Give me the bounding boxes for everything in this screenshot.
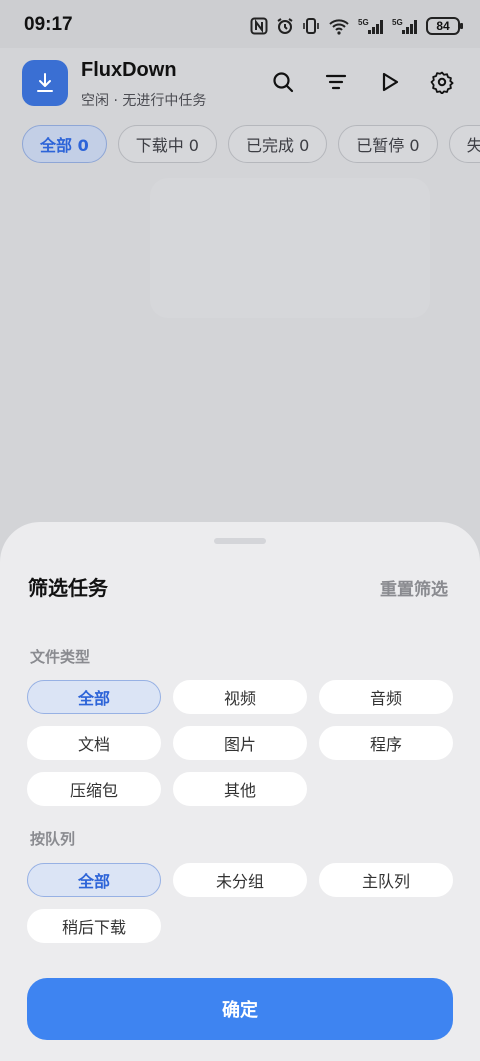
search-button[interactable]: [267, 66, 299, 98]
battery-indicator: 84: [426, 17, 463, 35]
nfc-icon: [250, 17, 268, 35]
file-type-video[interactable]: 视频: [173, 680, 307, 714]
svg-text:5G: 5G: [358, 18, 369, 27]
play-icon: [382, 72, 399, 92]
filter-icon: [325, 74, 347, 90]
app-title: FluxDown: [81, 59, 177, 81]
queue-label: 按队列: [30, 830, 76, 848]
file-type-image[interactable]: 图片: [173, 726, 307, 760]
status-icons: 5G 5G 84: [250, 14, 463, 38]
tab-paused[interactable]: 已暂停 0: [338, 125, 438, 163]
app-logo: [22, 60, 68, 106]
search-icon: [273, 72, 294, 93]
signal-5g-icon: 5G: [392, 18, 417, 34]
file-type-document[interactable]: 文档: [27, 726, 161, 760]
signal-5g-icon: 5G: [358, 18, 383, 34]
file-type-other[interactable]: 其他: [173, 772, 307, 806]
file-type-label: 文件类型: [30, 648, 91, 666]
queue-all[interactable]: 全部: [27, 863, 161, 897]
tab-all[interactable]: 全部 0: [22, 125, 107, 163]
battery-level: 84: [436, 19, 450, 33]
drag-handle[interactable]: [214, 538, 266, 544]
sheet-title: 筛选任务: [28, 576, 108, 600]
reset-filter-button[interactable]: 重置筛选: [380, 575, 448, 600]
queue-options: 全部 未分组 主队列 稍后下载: [27, 863, 453, 943]
file-type-options: 全部 视频 音频 文档 图片 程序 压缩包 其他: [27, 680, 453, 806]
queue-later[interactable]: 稍后下载: [27, 909, 161, 943]
svg-text:5G: 5G: [392, 18, 403, 27]
settings-button[interactable]: [426, 66, 458, 98]
gear-icon: [430, 71, 454, 94]
confirm-button[interactable]: 确定: [27, 978, 453, 1040]
tab-downloading[interactable]: 下载中 0: [117, 125, 217, 163]
start-all-button[interactable]: [373, 66, 405, 98]
filter-sheet: 筛选任务 重置筛选 文件类型 全部 视频 音频 文档 图片 程序 压缩包 其他 …: [0, 522, 480, 1061]
file-type-audio[interactable]: 音频: [319, 680, 453, 714]
queue-ungrouped[interactable]: 未分组: [173, 863, 307, 897]
empty-placeholder: [150, 178, 430, 318]
file-type-archive[interactable]: 压缩包: [27, 772, 161, 806]
status-time: 09:17: [24, 14, 73, 35]
queue-main[interactable]: 主队列: [319, 863, 453, 897]
alarm-icon: [277, 18, 293, 34]
status-tabs: 全部 0 下载中 0 已完成 0 已暂停 0 失: [0, 118, 480, 170]
tab-failed[interactable]: 失: [448, 125, 480, 163]
status-bar: 09:17 5G 5G 84: [0, 0, 480, 48]
filter-button[interactable]: [320, 66, 352, 98]
vibrate-icon: [303, 18, 319, 34]
app-status: 空闲 · 无进行中任务: [81, 93, 207, 109]
file-type-all[interactable]: 全部: [27, 680, 161, 714]
wifi-icon: [329, 19, 349, 35]
file-type-program[interactable]: 程序: [319, 726, 453, 760]
download-icon: [37, 73, 53, 92]
tab-completed[interactable]: 已完成 0: [228, 125, 328, 163]
